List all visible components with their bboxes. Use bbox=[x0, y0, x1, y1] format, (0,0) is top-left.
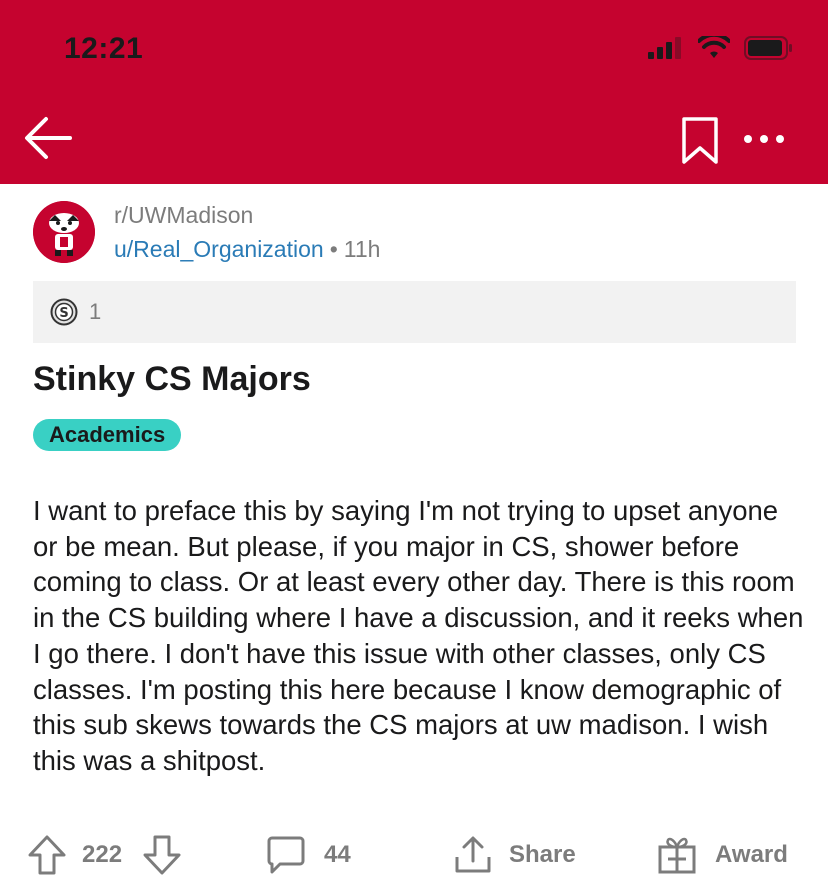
subreddit-avatar[interactable] bbox=[33, 201, 95, 263]
upvote-arrow-icon bbox=[28, 835, 66, 875]
signal-icon bbox=[648, 37, 681, 59]
share-button[interactable]: Share bbox=[453, 830, 576, 880]
back-button[interactable] bbox=[22, 112, 74, 164]
post-meta: u/Real_Organization • 11h bbox=[114, 236, 380, 263]
svg-text:S: S bbox=[59, 306, 68, 321]
wifi-icon bbox=[698, 36, 730, 58]
more-options-button[interactable] bbox=[740, 124, 788, 154]
post-action-bar: 222 44 Share Award bbox=[0, 830, 828, 880]
award-label: Award bbox=[715, 841, 788, 868]
silver-award-icon: S bbox=[50, 298, 78, 326]
post-title: Stinky CS Majors bbox=[33, 360, 311, 398]
bookmark-button[interactable] bbox=[680, 116, 720, 166]
more-dots-icon bbox=[744, 135, 784, 143]
share-upload-icon bbox=[455, 836, 491, 873]
gift-icon bbox=[658, 837, 696, 874]
downvote-arrow-icon bbox=[143, 835, 181, 875]
post-body: I want to preface this by saying I'm not… bbox=[33, 495, 804, 776]
battery-icon bbox=[744, 36, 792, 60]
downvote-button[interactable] bbox=[142, 830, 182, 880]
award-count: 1 bbox=[89, 299, 102, 324]
post-flair[interactable]: Academics bbox=[33, 419, 182, 451]
share-label: Share bbox=[509, 841, 576, 868]
author-link[interactable]: u/Real_Organization bbox=[114, 236, 324, 262]
comment-bubble-icon bbox=[267, 836, 305, 874]
status-icons bbox=[648, 36, 794, 60]
comment-count: 44 bbox=[324, 841, 351, 868]
arrow-left-icon bbox=[25, 117, 72, 159]
status-time: 12:21 bbox=[64, 32, 144, 65]
badger-mascot-icon bbox=[33, 201, 95, 263]
awards-bar[interactable]: S 1 bbox=[33, 281, 796, 343]
comments-button[interactable]: 44 bbox=[266, 830, 351, 880]
vote-count: 222 bbox=[82, 841, 123, 868]
subreddit-name[interactable]: r/UWMadison bbox=[114, 202, 253, 229]
top-bar: 12:21 bbox=[0, 0, 828, 184]
meta-separator: • bbox=[329, 236, 338, 262]
upvote-button[interactable] bbox=[27, 830, 67, 880]
post-age: 11h bbox=[343, 236, 381, 262]
award-button[interactable]: Award bbox=[657, 830, 788, 880]
bookmark-icon bbox=[682, 117, 718, 164]
